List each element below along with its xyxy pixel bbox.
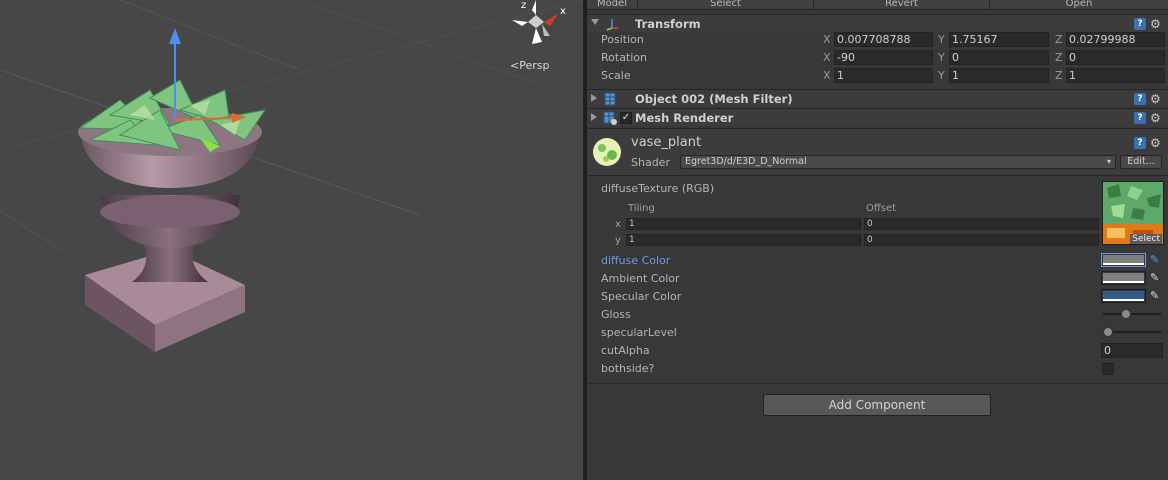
axis-z-label: Z (1055, 51, 1063, 64)
position-row: Position X 0.007708788 Y 1.75167 Z 0.027… (587, 31, 1168, 49)
scale-x-field[interactable]: 1 (834, 68, 933, 83)
scale-y-field[interactable]: 1 (949, 68, 1049, 83)
mesh-renderer-header[interactable]: ✓ Mesh Renderer ? ⚙ (587, 108, 1168, 126)
ambient-color-swatch[interactable] (1101, 271, 1146, 285)
eyedropper-icon[interactable]: ✎ (1150, 290, 1162, 302)
shader-dropdown[interactable]: Egret3D/d/E3D_D_Normal ▾ (680, 155, 1116, 169)
gear-icon[interactable]: ⚙ (1150, 112, 1162, 124)
orientation-gizmo[interactable]: z x (506, 0, 570, 50)
gizmo-z-label: z (521, 0, 526, 11)
shader-edit-button[interactable]: Edit... (1120, 155, 1162, 169)
select-button[interactable]: Select (637, 0, 813, 9)
dropdown-arrow-icon: ▾ (1106, 157, 1111, 166)
gloss-label: Gloss (601, 308, 631, 321)
diffuse-texture-slot[interactable]: Select (1102, 181, 1164, 245)
shader-value: Egret3D/d/E3D_D_Normal (685, 156, 807, 167)
rotation-row: Rotation X -90 Y 0 Z 0 (587, 49, 1168, 67)
gear-icon[interactable]: ⚙ (1150, 93, 1162, 105)
gear-icon[interactable]: ⚙ (1150, 18, 1162, 30)
projection-toggle[interactable]: <Persp (510, 59, 549, 72)
position-label: Position (601, 33, 644, 46)
add-component-button[interactable]: Add Component (763, 394, 991, 416)
specular-level-slider-thumb[interactable] (1103, 327, 1113, 337)
tiling-x-axis-label: x (615, 219, 621, 230)
projection-label: Persp (519, 59, 550, 72)
axis-z-label: Z (1055, 33, 1063, 46)
prefab-toolbar: Model Select Revert Open (587, 0, 1168, 10)
specular-color-swatch[interactable] (1101, 289, 1146, 303)
help-icon[interactable]: ? (1134, 18, 1146, 30)
eyedropper-icon[interactable]: ✎ (1150, 272, 1162, 284)
tiling-label: Tiling (628, 203, 655, 214)
scale-label: Scale (601, 69, 631, 82)
transform-title: Transform (635, 17, 701, 31)
position-z-field[interactable]: 0.02799988 (1066, 32, 1165, 47)
scale-row: Scale X 1 Y 1 Z 1 (587, 67, 1168, 85)
offset-x-field[interactable]: 0 (864, 218, 1099, 230)
mesh-filter-icon (604, 92, 616, 106)
axis-y-label: Y (938, 69, 945, 82)
position-x-field[interactable]: 0.007708788 (834, 32, 933, 47)
shader-label: Shader (631, 156, 670, 169)
specular-level-label: specularLevel (601, 326, 677, 339)
rotation-y-field[interactable]: 0 (949, 50, 1049, 65)
ambient-color-label: Ambient Color (601, 272, 680, 285)
gloss-slider[interactable] (1101, 306, 1163, 322)
scale-z-field[interactable]: 1 (1066, 68, 1165, 83)
eyedropper-icon[interactable]: ✎ (1150, 254, 1162, 266)
rotation-label: Rotation (601, 51, 648, 64)
axis-y-label: Y (938, 33, 945, 46)
model-label: Model (597, 0, 628, 9)
tiling-x-field[interactable]: 1 (626, 218, 861, 230)
position-y-field[interactable]: 1.75167 (949, 32, 1049, 47)
cut-alpha-field[interactable]: 0 (1101, 343, 1163, 358)
diffuse-color-swatch[interactable] (1101, 253, 1146, 267)
vase-plant-model[interactable] (60, 20, 300, 360)
mesh-renderer-title: Mesh Renderer (635, 111, 734, 125)
transform-foldout-icon[interactable] (591, 19, 599, 25)
rotation-x-field[interactable]: -90 (834, 50, 933, 65)
scene-view[interactable]: z x <Persp (0, 0, 583, 480)
gear-icon[interactable]: ⚙ (1150, 137, 1162, 149)
mesh-renderer-icon (603, 111, 617, 125)
axis-y-label: Y (938, 51, 945, 64)
offset-label: Offset (866, 203, 897, 214)
mesh-renderer-enabled-checkbox[interactable]: ✓ (620, 112, 632, 124)
inspector-panel: Model Select Revert Open Transform ? ⚙ P… (587, 0, 1168, 480)
texture-select-button[interactable]: Select (1130, 234, 1162, 244)
transform-icon (606, 19, 618, 31)
axis-x-label: X (823, 69, 831, 82)
transform-header[interactable]: Transform ? ⚙ (587, 14, 1168, 32)
axis-x-label: X (823, 33, 831, 46)
mesh-filter-header[interactable]: Object 002 (Mesh Filter) ? ⚙ (587, 89, 1168, 107)
help-icon[interactable]: ? (1134, 93, 1146, 105)
specular-color-label: Specular Color (601, 290, 682, 303)
help-icon[interactable]: ? (1134, 137, 1146, 149)
offset-y-field[interactable]: 0 (864, 234, 1099, 246)
open-button[interactable]: Open (989, 0, 1168, 9)
tiling-y-axis-label: y (615, 235, 621, 246)
bothside-checkbox[interactable] (1102, 363, 1114, 375)
material-preview-icon (593, 138, 621, 166)
mesh-filter-title: Object 002 (Mesh Filter) (635, 92, 793, 106)
gizmo-x-label: x (560, 6, 566, 17)
material-name: vase_plant (631, 135, 702, 150)
gloss-slider-thumb[interactable] (1120, 309, 1131, 319)
help-icon[interactable]: ? (1134, 112, 1146, 124)
tiling-y-field[interactable]: 1 (626, 234, 861, 246)
mesh-filter-foldout-icon[interactable] (591, 94, 597, 102)
cut-alpha-label: cutAlpha (601, 344, 650, 357)
divider (587, 383, 1168, 384)
rotation-z-field[interactable]: 0 (1066, 50, 1165, 65)
specular-level-slider[interactable] (1101, 324, 1163, 340)
axis-x-label: X (823, 51, 831, 64)
bothside-label: bothside? (601, 362, 655, 375)
diffuse-color-label: diffuse Color (601, 254, 671, 267)
axis-z-label: Z (1055, 69, 1063, 82)
mesh-renderer-foldout-icon[interactable] (591, 113, 597, 121)
revert-button[interactable]: Revert (813, 0, 989, 9)
diffuse-texture-label: diffuseTexture (RGB) (601, 182, 715, 195)
